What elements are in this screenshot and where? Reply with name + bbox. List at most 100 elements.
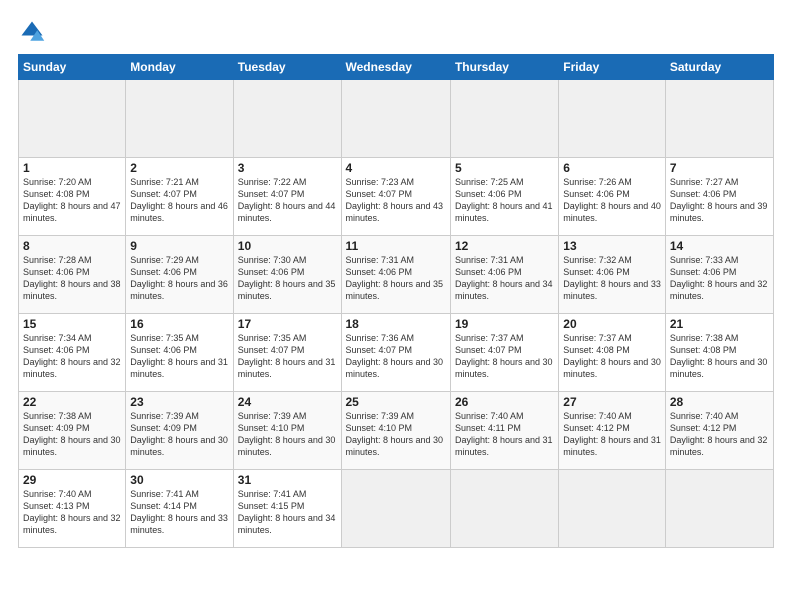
cell-info: Sunrise: 7:41 AMSunset: 4:14 PMDaylight:…: [130, 489, 228, 535]
calendar-cell: 25 Sunrise: 7:39 AMSunset: 4:10 PMDayligh…: [341, 392, 450, 470]
calendar-cell: 6 Sunrise: 7:26 AMSunset: 4:06 PMDaylight…: [559, 158, 666, 236]
calendar-cell: 13Sunrise: 7:32 AMSunset: 4:06 PMDayligh…: [559, 236, 666, 314]
day-number: 29: [23, 473, 121, 487]
cell-info: Sunrise: 7:31 AMSunset: 4:06 PMDaylight:…: [455, 255, 553, 301]
day-number: 27: [563, 395, 661, 409]
cell-info: Sunrise: 7:26 AMSunset: 4:06 PMDaylight:…: [563, 177, 661, 223]
day-number: 23: [130, 395, 228, 409]
cell-info: Sunrise: 7:39 AMSunset: 4:10 PMDaylight:…: [346, 411, 444, 457]
calendar-week-5: 29 Sunrise: 7:40 AMSunset: 4:13 PMDayligh…: [19, 470, 774, 548]
cell-info: Sunrise: 7:29 AMSunset: 4:06 PMDaylight:…: [130, 255, 228, 301]
day-number: 25: [346, 395, 446, 409]
day-number: 18: [346, 317, 446, 331]
calendar-cell: 26Sunrise: 7:40 AMSunset: 4:11 PMDayligh…: [450, 392, 558, 470]
cell-info: Sunrise: 7:38 AMSunset: 4:08 PMDaylight:…: [670, 333, 768, 379]
calendar-cell: 8Sunrise: 7:28 AMSunset: 4:06 PMDaylight…: [19, 236, 126, 314]
day-number: 20: [563, 317, 661, 331]
cell-info: Sunrise: 7:30 AMSunset: 4:06 PMDaylight:…: [238, 255, 336, 301]
day-number: 4: [346, 161, 446, 175]
day-number: 6: [563, 161, 661, 175]
cell-info: Sunrise: 7:32 AMSunset: 4:06 PMDaylight:…: [563, 255, 661, 301]
day-number: 31: [238, 473, 337, 487]
calendar-cell: 30Sunrise: 7:41 AMSunset: 4:14 PMDayligh…: [126, 470, 233, 548]
calendar-cell: 11Sunrise: 7:31 AMSunset: 4:06 PMDayligh…: [341, 236, 450, 314]
day-number: 5: [455, 161, 554, 175]
calendar-cell: [559, 470, 666, 548]
cell-info: Sunrise: 7:35 AMSunset: 4:07 PMDaylight:…: [238, 333, 336, 379]
calendar-cell: 22 Sunrise: 7:38 AMSunset: 4:09 PMDayligh…: [19, 392, 126, 470]
header-row: SundayMondayTuesdayWednesdayThursdayFrid…: [19, 55, 774, 80]
day-number: 17: [238, 317, 337, 331]
day-number: 22: [23, 395, 121, 409]
cell-info: Sunrise: 7:33 AMSunset: 4:06 PMDaylight:…: [670, 255, 768, 301]
calendar-cell: 29 Sunrise: 7:40 AMSunset: 4:13 PMDayligh…: [19, 470, 126, 548]
logo-icon: [18, 18, 46, 46]
day-number: 3: [238, 161, 337, 175]
day-number: 10: [238, 239, 337, 253]
calendar-cell: 31 Sunrise: 7:41 AMSunset: 4:15 PMDayligh…: [233, 470, 341, 548]
calendar-cell: 1 Sunrise: 7:20 AMSunset: 4:08 PMDaylight…: [19, 158, 126, 236]
cell-info: Sunrise: 7:38 AMSunset: 4:09 PMDaylight:…: [23, 411, 121, 457]
cell-info: Sunrise: 7:37 AMSunset: 4:08 PMDaylight:…: [563, 333, 661, 379]
calendar-cell: 18 Sunrise: 7:36 AMSunset: 4:07 PMDayligh…: [341, 314, 450, 392]
calendar-cell: 14 Sunrise: 7:33 AMSunset: 4:06 PMDayligh…: [665, 236, 773, 314]
calendar-cell: 7Sunrise: 7:27 AMSunset: 4:06 PMDaylight…: [665, 158, 773, 236]
cell-info: Sunrise: 7:20 AMSunset: 4:08 PMDaylight:…: [23, 177, 121, 223]
calendar-cell: 4Sunrise: 7:23 AMSunset: 4:07 PMDaylight…: [341, 158, 450, 236]
calendar-cell: 5Sunrise: 7:25 AMSunset: 4:06 PMDaylight…: [450, 158, 558, 236]
calendar-cell: 21 Sunrise: 7:38 AMSunset: 4:08 PMDayligh…: [665, 314, 773, 392]
day-number: 2: [130, 161, 228, 175]
calendar-body: 1 Sunrise: 7:20 AMSunset: 4:08 PMDaylight…: [19, 80, 774, 548]
cell-info: Sunrise: 7:27 AMSunset: 4:06 PMDaylight:…: [670, 177, 768, 223]
day-header-wednesday: Wednesday: [341, 55, 450, 80]
cell-info: Sunrise: 7:34 AMSunset: 4:06 PMDaylight:…: [23, 333, 121, 379]
calendar-week-2: 8Sunrise: 7:28 AMSunset: 4:06 PMDaylight…: [19, 236, 774, 314]
calendar-cell: 27 Sunrise: 7:40 AMSunset: 4:12 PMDayligh…: [559, 392, 666, 470]
calendar-week-3: 15Sunrise: 7:34 AMSunset: 4:06 PMDayligh…: [19, 314, 774, 392]
day-header-sunday: Sunday: [19, 55, 126, 80]
calendar-cell: 10 Sunrise: 7:30 AMSunset: 4:06 PMDayligh…: [233, 236, 341, 314]
calendar-cell: [126, 80, 233, 158]
day-number: 12: [455, 239, 554, 253]
calendar-cell: 9 Sunrise: 7:29 AMSunset: 4:06 PMDaylight…: [126, 236, 233, 314]
calendar-cell: 16Sunrise: 7:35 AMSunset: 4:06 PMDayligh…: [126, 314, 233, 392]
day-number: 1: [23, 161, 121, 175]
cell-info: Sunrise: 7:39 AMSunset: 4:10 PMDaylight:…: [238, 411, 336, 457]
calendar-cell: [341, 80, 450, 158]
day-number: 24: [238, 395, 337, 409]
calendar-cell: 15Sunrise: 7:34 AMSunset: 4:06 PMDayligh…: [19, 314, 126, 392]
day-number: 14: [670, 239, 769, 253]
calendar-cell: 19 Sunrise: 7:37 AMSunset: 4:07 PMDayligh…: [450, 314, 558, 392]
day-header-friday: Friday: [559, 55, 666, 80]
cell-info: Sunrise: 7:28 AMSunset: 4:06 PMDaylight:…: [23, 255, 121, 301]
cell-info: Sunrise: 7:35 AMSunset: 4:06 PMDaylight:…: [130, 333, 228, 379]
calendar-week-4: 22 Sunrise: 7:38 AMSunset: 4:09 PMDayligh…: [19, 392, 774, 470]
day-number: 21: [670, 317, 769, 331]
day-number: 26: [455, 395, 554, 409]
cell-info: Sunrise: 7:39 AMSunset: 4:09 PMDaylight:…: [130, 411, 228, 457]
calendar-cell: [19, 80, 126, 158]
day-number: 11: [346, 239, 446, 253]
calendar-cell: [450, 470, 558, 548]
cell-info: Sunrise: 7:37 AMSunset: 4:07 PMDaylight:…: [455, 333, 553, 379]
calendar-cell: [559, 80, 666, 158]
cell-info: Sunrise: 7:40 AMSunset: 4:12 PMDaylight:…: [670, 411, 768, 457]
calendar-week-1: 1 Sunrise: 7:20 AMSunset: 4:08 PMDaylight…: [19, 158, 774, 236]
cell-info: Sunrise: 7:40 AMSunset: 4:12 PMDaylight:…: [563, 411, 661, 457]
calendar-cell: [665, 80, 773, 158]
calendar-cell: 17 Sunrise: 7:35 AMSunset: 4:07 PMDayligh…: [233, 314, 341, 392]
calendar-cell: 12 Sunrise: 7:31 AMSunset: 4:06 PMDayligh…: [450, 236, 558, 314]
day-header-thursday: Thursday: [450, 55, 558, 80]
calendar: SundayMondayTuesdayWednesdayThursdayFrid…: [18, 54, 774, 548]
calendar-cell: 3Sunrise: 7:22 AMSunset: 4:07 PMDaylight…: [233, 158, 341, 236]
calendar-cell: 2Sunrise: 7:21 AMSunset: 4:07 PMDaylight…: [126, 158, 233, 236]
calendar-cell: [665, 470, 773, 548]
day-header-tuesday: Tuesday: [233, 55, 341, 80]
calendar-cell: 23 Sunrise: 7:39 AMSunset: 4:09 PMDayligh…: [126, 392, 233, 470]
day-number: 9: [130, 239, 228, 253]
calendar-cell: [341, 470, 450, 548]
day-number: 19: [455, 317, 554, 331]
cell-info: Sunrise: 7:36 AMSunset: 4:07 PMDaylight:…: [346, 333, 444, 379]
cell-info: Sunrise: 7:41 AMSunset: 4:15 PMDaylight:…: [238, 489, 336, 535]
cell-info: Sunrise: 7:40 AMSunset: 4:13 PMDaylight:…: [23, 489, 121, 535]
